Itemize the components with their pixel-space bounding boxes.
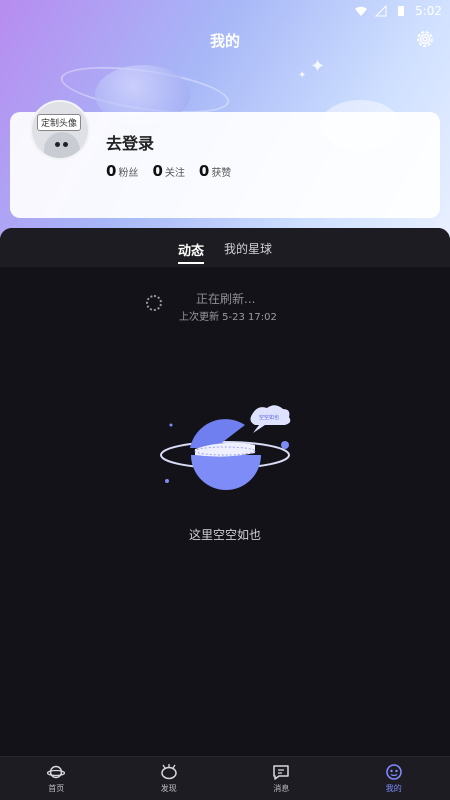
nav-discover[interactable]: 发现	[139, 763, 199, 794]
sparkle-icon: ✦	[298, 70, 307, 81]
sparkle-icon: ✦	[310, 56, 326, 77]
stat-label: 获赞	[211, 168, 232, 179]
stat-value: 0	[198, 162, 210, 180]
stat-value: 0	[152, 162, 163, 180]
message-icon	[272, 763, 290, 781]
login-link[interactable]: 去登录	[106, 130, 154, 154]
stat-fans[interactable]: 0 粉丝	[106, 162, 138, 180]
nav-home[interactable]: 首页	[26, 763, 86, 794]
battery-icon	[398, 6, 405, 16]
nav-profile[interactable]: 我的	[364, 763, 424, 794]
profile-icon	[385, 763, 403, 781]
page-title: 我的	[209, 32, 240, 50]
refresh-last-update: 上次更新 5-23 17:02	[179, 312, 277, 323]
content-panel: 动态 我的星球 正在刷新... 上次更新 5-23 17:02 空空如也 这里空…	[0, 228, 450, 758]
gear-icon	[417, 31, 433, 47]
tab-my-planet[interactable]: 我的星球	[224, 240, 272, 264]
stat-label: 关注	[164, 168, 185, 179]
discover-icon	[160, 763, 178, 781]
avatar-eye	[55, 142, 60, 147]
stat-value: 0	[106, 162, 117, 180]
nav-label: 我的	[385, 784, 402, 793]
nav-label: 首页	[48, 784, 65, 793]
nav-label: 发现	[160, 784, 177, 793]
avatar-eye	[63, 142, 68, 147]
status-bar: 5:02	[0, 0, 450, 22]
nav-messages[interactable]: 消息	[251, 763, 311, 794]
empty-planet-illustration: 空空如也	[160, 405, 291, 490]
wifi-icon	[355, 6, 368, 16]
nav-label: 消息	[273, 784, 290, 793]
tab-bar: 动态 我的星球	[0, 228, 450, 267]
empty-state-text: 这里空空如也	[188, 528, 261, 542]
profile-stats: 0 粉丝 0 关注 0 获赞	[106, 162, 231, 180]
refresh-title: 正在刷新...	[196, 292, 256, 306]
stat-likes[interactable]: 0 获赞	[199, 162, 231, 180]
avatar-custom-tag[interactable]: 定制头像	[37, 114, 82, 131]
planet-icon	[47, 763, 66, 781]
signal-icon	[375, 5, 387, 17]
stat-label: 粉丝	[118, 168, 139, 179]
status-time: 5:02	[415, 4, 442, 18]
profile-card: 定制头像 去登录 0 粉丝 0 关注 0 获赞	[10, 100, 440, 218]
stat-following[interactable]: 0 关注	[152, 162, 184, 180]
tab-feed[interactable]: 动态	[177, 240, 205, 264]
bottom-nav: 首页 发现 消息 我的	[0, 756, 450, 800]
avatar-placeholder-icon	[44, 132, 80, 158]
settings-button[interactable]	[413, 27, 437, 51]
loading-spinner-icon	[146, 295, 162, 311]
bubble-text: 空空如也	[259, 414, 279, 421]
